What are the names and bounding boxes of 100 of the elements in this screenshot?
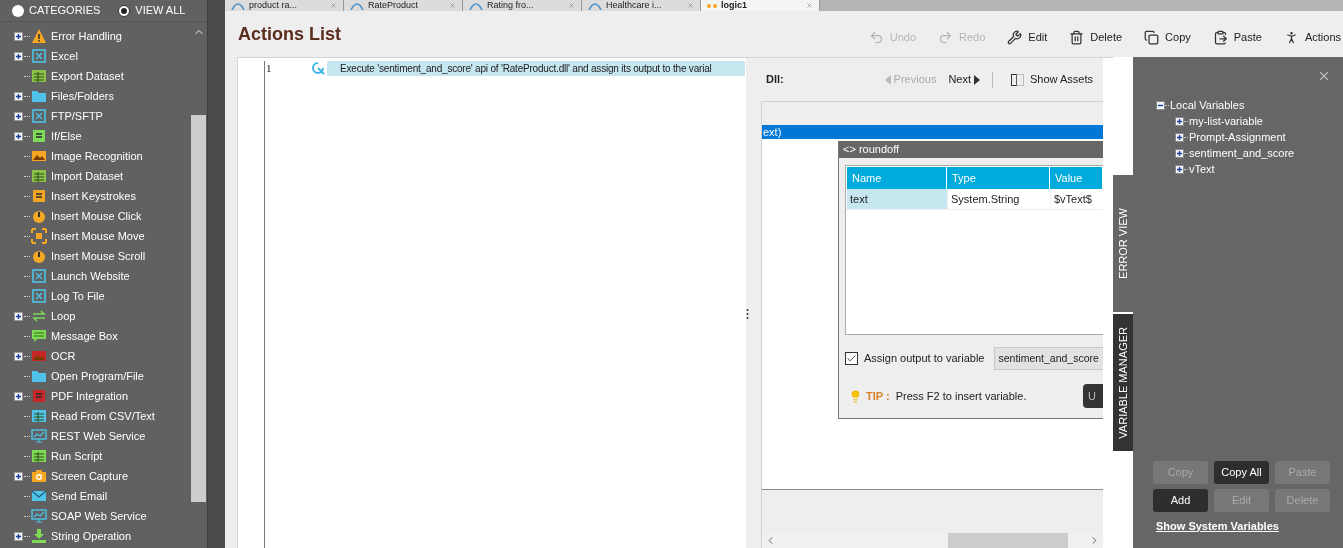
- expand-icon[interactable]: [14, 351, 23, 361]
- script-icon: [31, 448, 47, 464]
- dialog-title: <> roundoff: [839, 141, 1103, 158]
- tree-node[interactable]: Prompt-Assignment: [1189, 128, 1286, 146]
- tree-node[interactable]: sentiment_and_score: [1189, 144, 1295, 162]
- wrench-icon: [1007, 29, 1023, 45]
- dialog-button[interactable]: U: [1083, 384, 1103, 408]
- drag-handle-icon: [746, 308, 749, 320]
- document-tab[interactable]: RateProduct: [344, 0, 463, 11]
- category-item[interactable]: Run Script: [31, 447, 103, 465]
- view-radio[interactable]: VIEW ALL: [118, 2, 186, 19]
- table-icon: [31, 168, 47, 184]
- document-tab[interactable]: Rating fro...: [463, 0, 582, 11]
- category-item[interactable]: Insert Mouse Click: [31, 207, 142, 225]
- document-tab[interactable]: Healthcare i...: [582, 0, 701, 11]
- checkbox[interactable]: [845, 352, 858, 365]
- move-icon: [31, 228, 47, 244]
- left-triangle-icon: [884, 74, 891, 85]
- category-item[interactable]: PDF Integration: [31, 387, 129, 405]
- expand-icon[interactable]: [14, 531, 23, 541]
- line-number: 1: [265, 61, 273, 75]
- category-item[interactable]: Error Handling: [31, 27, 122, 45]
- variable-button[interactable]: Add: [1153, 488, 1208, 512]
- loop-icon: [31, 308, 47, 324]
- undo-icon: [868, 29, 884, 45]
- expand-icon[interactable]: [14, 471, 23, 481]
- category-item[interactable]: Insert Keystrokes: [31, 187, 136, 205]
- collapse-icon[interactable]: [1156, 100, 1165, 110]
- download-icon: [31, 528, 47, 544]
- expand-icon[interactable]: [1175, 116, 1184, 126]
- panel-icon: [1011, 73, 1024, 86]
- document-tab[interactable]: product ra...: [225, 0, 344, 11]
- category-item[interactable]: Excel: [31, 47, 78, 65]
- toolbar-button[interactable]: Actions: [1283, 28, 1341, 46]
- category-item[interactable]: Import Dataset: [31, 167, 124, 185]
- toolbar-button[interactable]: Copy: [1144, 28, 1191, 46]
- expand-icon[interactable]: [14, 311, 23, 321]
- category-item[interactable]: Loop: [31, 307, 76, 325]
- table-cell: $vText$: [1050, 189, 1103, 209]
- output-variable-field[interactable]: sentiment_and_score: [994, 347, 1103, 370]
- category-item[interactable]: Send Email: [31, 487, 108, 505]
- selected-row[interactable]: ext): [762, 125, 1103, 139]
- message-icon: [31, 328, 47, 344]
- monitor-icon: [31, 428, 47, 444]
- refresh-icon: [310, 60, 326, 76]
- category-item[interactable]: Read From CSV/Text: [31, 407, 155, 425]
- expand-icon[interactable]: [14, 91, 23, 101]
- right-triangle-icon: [974, 74, 980, 85]
- variable-button[interactable]: Copy All: [1214, 460, 1269, 484]
- category-item[interactable]: If/Else: [31, 127, 82, 145]
- expand-icon[interactable]: [1175, 148, 1184, 158]
- dll-label: Dll:: [766, 72, 784, 88]
- nav-button[interactable]: Next: [948, 71, 980, 88]
- close-icon[interactable]: [1317, 69, 1331, 83]
- expand-icon[interactable]: [14, 111, 23, 121]
- show-system-variables-link[interactable]: Show System Variables: [1156, 517, 1343, 534]
- copy-icon: [1144, 29, 1160, 45]
- side-tab[interactable]: VARIABLE MANAGER: [1113, 314, 1133, 451]
- expand-icon[interactable]: [14, 31, 23, 41]
- category-item[interactable]: Insert Mouse Move: [31, 227, 145, 245]
- toolbar-button[interactable]: Edit: [1007, 28, 1048, 46]
- category-item[interactable]: Image Recognition: [31, 147, 143, 165]
- toolbar-button[interactable]: Paste: [1212, 28, 1262, 46]
- view-radio[interactable]: CATEGORIES: [12, 2, 101, 19]
- show-assets-button[interactable]: Show Assets: [1011, 71, 1093, 88]
- tree-node[interactable]: Local Variables: [1170, 96, 1245, 114]
- category-item[interactable]: Open Program/File: [31, 367, 144, 385]
- document-tab[interactable]: logic1: [701, 0, 820, 11]
- trash-icon: [1069, 29, 1085, 45]
- category-item[interactable]: Export Dataset: [31, 67, 124, 85]
- tree-node[interactable]: my-list-variable: [1189, 112, 1263, 130]
- tree-node[interactable]: vText: [1189, 160, 1215, 178]
- category-item[interactable]: Insert Mouse Scroll: [31, 247, 146, 265]
- table-cell: text: [847, 189, 947, 209]
- expand-icon[interactable]: [14, 51, 23, 61]
- monitor-icon: [31, 508, 47, 524]
- category-item[interactable]: Launch Website: [31, 267, 130, 285]
- folder-icon: [31, 368, 47, 384]
- expand-icon[interactable]: [14, 131, 23, 141]
- category-item[interactable]: SOAP Web Service: [31, 507, 147, 525]
- side-tab[interactable]: ERROR VIEW: [1113, 175, 1133, 312]
- category-item[interactable]: OCR: [31, 347, 76, 365]
- category-item[interactable]: FTP/SFTP: [31, 107, 103, 125]
- warning-icon: [31, 28, 47, 44]
- paste-icon: [1212, 29, 1228, 45]
- folder-icon: [31, 88, 47, 104]
- expand-icon[interactable]: [1175, 164, 1184, 174]
- category-item[interactable]: Message Box: [31, 327, 118, 345]
- expand-icon[interactable]: [14, 391, 23, 401]
- arc-icon: [588, 1, 602, 10]
- expand-icon[interactable]: [1175, 132, 1184, 142]
- grid-icon: [31, 408, 47, 424]
- category-item[interactable]: Screen Capture: [31, 467, 129, 485]
- lightbulb-icon: [849, 389, 862, 403]
- category-item[interactable]: Log To File: [31, 287, 105, 305]
- checkbox-label: Assign output to variable: [864, 351, 985, 367]
- category-item[interactable]: Files/Folders: [31, 87, 114, 105]
- toolbar-button[interactable]: Delete: [1069, 28, 1123, 46]
- category-item[interactable]: REST Web Service: [31, 427, 146, 445]
- category-item[interactable]: String Operation: [31, 527, 132, 545]
